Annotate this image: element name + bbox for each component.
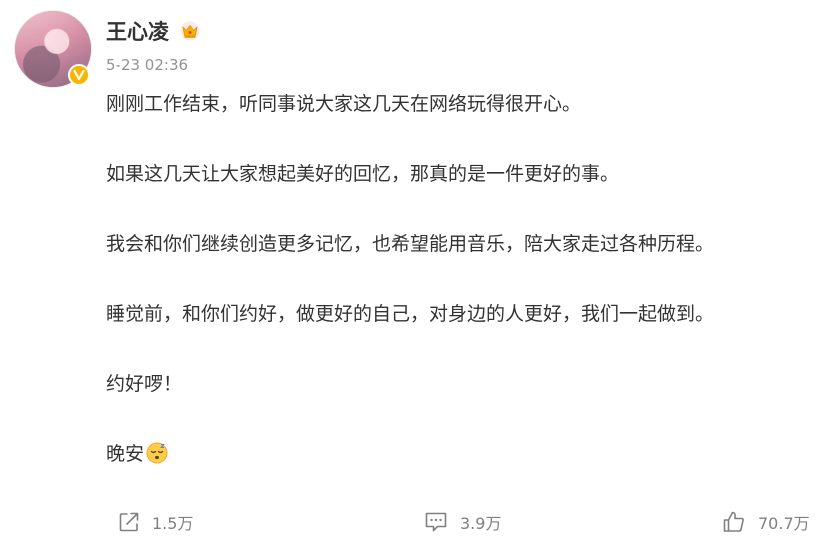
post-paragraph: 约好啰！	[106, 373, 183, 395]
weibo-post-card: 王心凌 5-23 02:36 刚刚工作结束，听同事说大家这几天在网络玩得很开心。…	[0, 0, 824, 550]
comment-icon	[424, 511, 448, 533]
post-header: 王心凌 5-23 02:36	[106, 16, 201, 74]
share-icon	[118, 511, 140, 533]
post-paragraph-last: 晚安	[106, 440, 806, 468]
post-paragraph-text: 晚安	[106, 443, 145, 465]
post-paragraph: 睡觉前，和你们约好，做更好的自己，对身边的人更好，我们一起做到。	[106, 303, 715, 325]
sleepy-face-icon	[146, 442, 168, 464]
post-timestamp[interactable]: 5-23 02:36	[106, 56, 201, 74]
repost-button[interactable]: 1.5万	[118, 510, 193, 534]
comment-count: 3.9万	[460, 514, 502, 533]
author-name[interactable]: 王心凌	[106, 16, 169, 46]
post-actions-bar: 1.5万 3.9万 70.7万	[0, 500, 824, 544]
verified-badge-icon	[68, 64, 90, 86]
post-body: 刚刚工作结束，听同事说大家这几天在网络玩得很开心。 如果这几天让大家想起美好的回…	[106, 90, 806, 510]
post-paragraph: 刚刚工作结束，听同事说大家这几天在网络玩得很开心。	[106, 93, 582, 115]
repost-count: 1.5万	[152, 514, 194, 533]
crown-icon[interactable]	[179, 21, 201, 41]
post-paragraph: 如果这几天让大家想起美好的回忆，那真的是一件更好的事。	[106, 163, 620, 185]
like-button[interactable]: 70.7万	[722, 510, 810, 534]
like-count: 70.7万	[758, 514, 810, 533]
thumbs-up-icon	[722, 510, 746, 534]
comment-button[interactable]: 3.9万	[424, 510, 501, 534]
post-paragraph: 我会和你们继续创造更多记忆，也希望能用音乐，陪大家走过各种历程。	[106, 233, 715, 255]
